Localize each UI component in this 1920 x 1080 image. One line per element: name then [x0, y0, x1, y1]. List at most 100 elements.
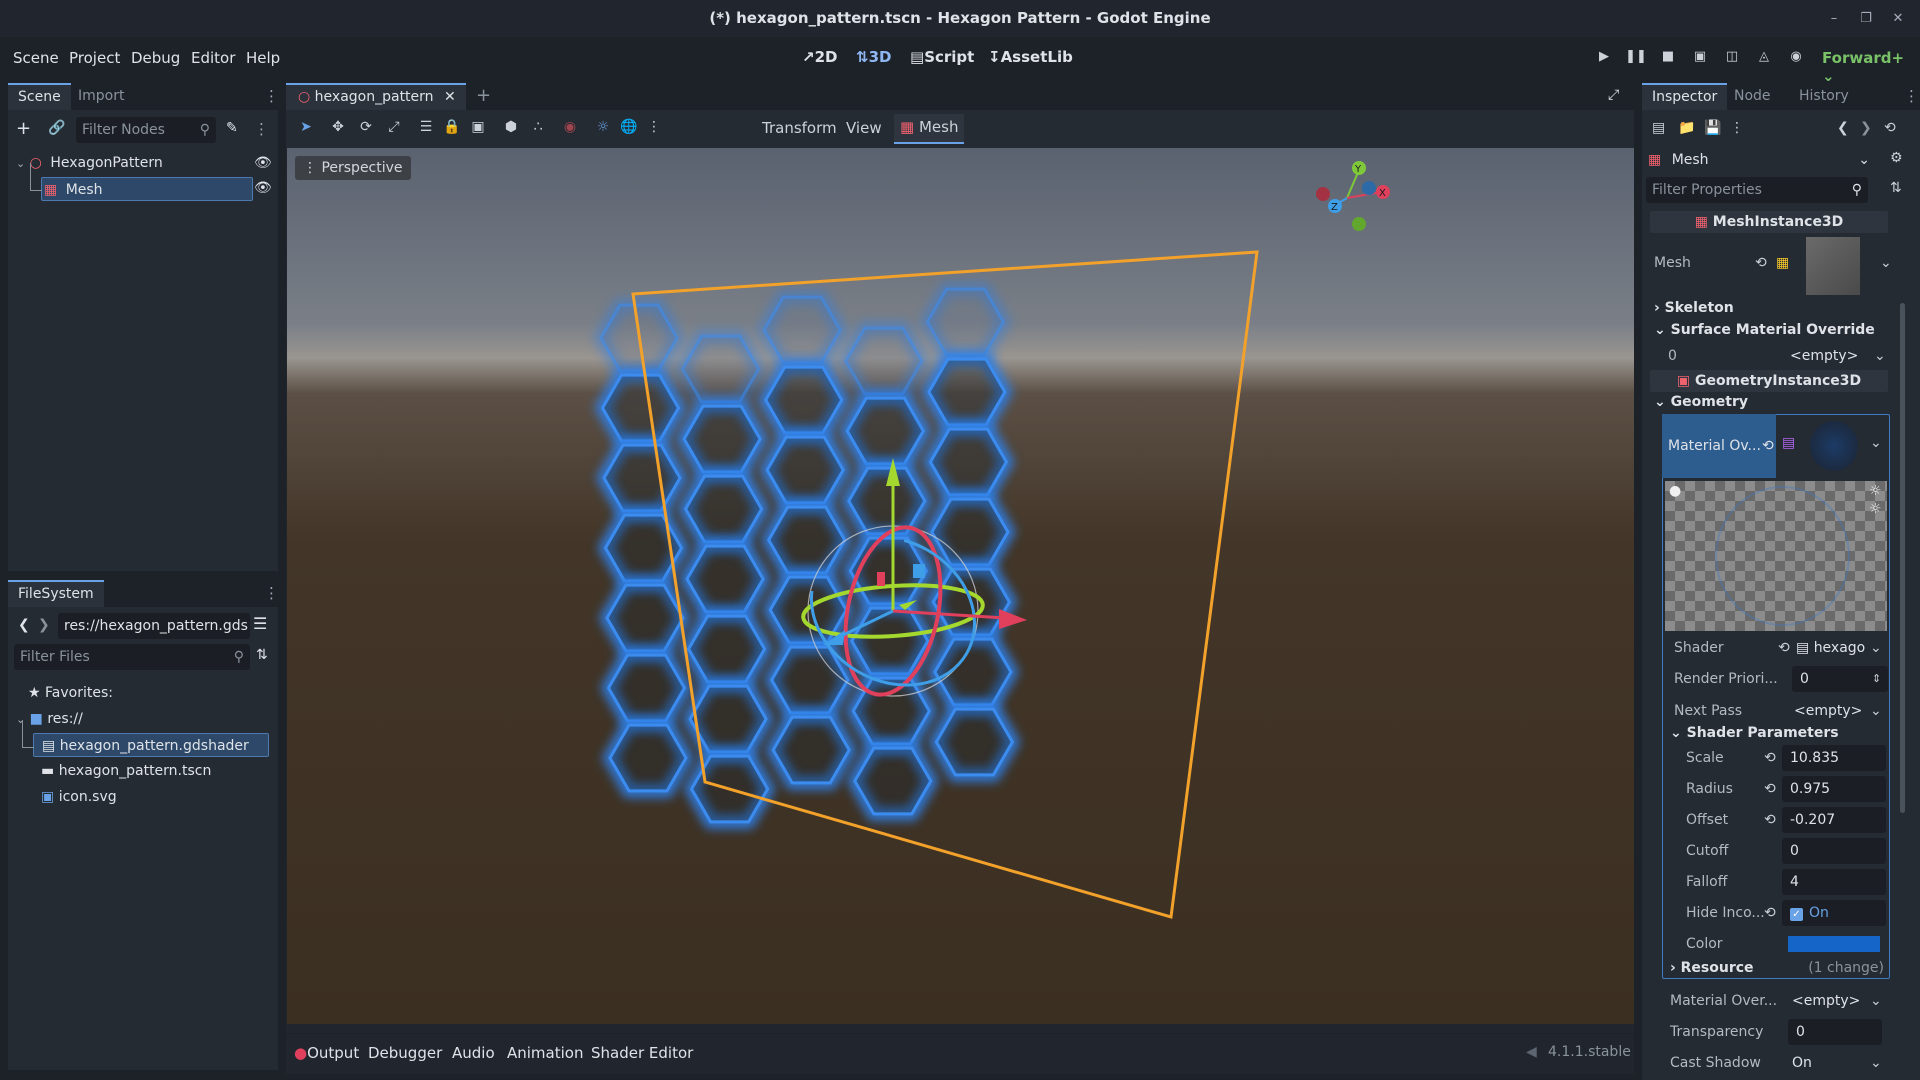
tree-node-mesh[interactable]: ▦ Mesh [41, 177, 253, 201]
workspace-script[interactable]: ▤Script [910, 48, 974, 66]
new-tab-icon[interactable]: + [476, 85, 491, 106]
object-selector[interactable]: ▦ Mesh ⌄ [1648, 147, 1874, 173]
rotate-mode-icon[interactable]: ⟳ [356, 119, 376, 139]
workspace-2d[interactable]: ↗2D [802, 48, 837, 66]
scene-tab[interactable]: ○ hexagon_pattern ✕ [286, 83, 466, 110]
mesh-preview[interactable] [1806, 237, 1860, 295]
menu-editor[interactable]: Editor [191, 49, 235, 67]
new-resource-icon[interactable]: ▤ [1652, 120, 1665, 136]
history-forward-icon[interactable]: ❯ [1860, 120, 1872, 136]
revert-icon[interactable]: ⟲ [1764, 806, 1776, 834]
environment-icon[interactable]: 🌐 [619, 119, 639, 139]
revert-icon[interactable]: ⟲ [1755, 249, 1767, 277]
light-2-icon[interactable]: ☼ [1869, 501, 1882, 517]
filter-properties-input[interactable]: Filter Properties ⚲ [1646, 177, 1868, 203]
history-back-icon[interactable]: ❮ [1837, 120, 1849, 136]
tab-filesystem[interactable]: FileSystem [8, 580, 104, 607]
visibility-eye-icon[interactable]: 👁 [254, 151, 272, 175]
resource-menu-icon[interactable]: ⋮ [1730, 120, 1744, 136]
chevron-down-icon[interactable]: ⌄ [1870, 697, 1882, 725]
material-overlay-value[interactable]: <empty> [1792, 987, 1860, 1015]
shader-value[interactable]: ▤ hexago [1796, 634, 1865, 662]
stop-icon[interactable]: ■ [1657, 49, 1679, 69]
section-geometry[interactable]: ⌄ Geometry [1654, 394, 1748, 410]
back-icon[interactable]: ❮ [18, 617, 30, 633]
movie-maker-icon[interactable]: ◉ [1785, 49, 1807, 69]
snap-icon[interactable]: ∴ [528, 119, 548, 139]
visibility-eye-icon[interactable]: 👁 [254, 180, 272, 196]
add-node-icon[interactable]: + [16, 118, 31, 139]
menu-project[interactable]: Project [69, 49, 120, 67]
tab-import[interactable]: Import [68, 83, 134, 110]
tab-inspector[interactable]: Inspector [1642, 83, 1728, 110]
select-mode-icon[interactable]: ➤ [296, 119, 316, 139]
play-icon[interactable]: ▶ [1593, 49, 1615, 69]
tab-audio[interactable]: Audio [452, 1044, 495, 1062]
tab-node[interactable]: Node [1724, 83, 1781, 110]
section-surface-material-override[interactable]: ⌄ Surface Material Override [1654, 322, 1875, 338]
spin-arrows-icon[interactable]: ⇕ [1872, 665, 1881, 693]
cast-shadow-value[interactable]: On [1792, 1049, 1812, 1077]
split-mode-icon[interactable]: ☰ [253, 614, 267, 633]
distraction-free-icon[interactable]: ⤢ [1608, 87, 1619, 103]
chevron-down-icon[interactable]: ⌄ [1880, 249, 1892, 277]
revert-icon[interactable]: ⟲ [1762, 414, 1774, 478]
mesh-menu[interactable]: ▦ Mesh [894, 114, 965, 144]
move-mode-icon[interactable]: ✥ [328, 119, 348, 139]
revert-icon[interactable]: ⟲ [1764, 775, 1776, 803]
pause-icon[interactable]: ❚❚ [1625, 49, 1647, 69]
transparency-slider[interactable]: 0 [1788, 1019, 1882, 1045]
filesystem-menu-icon[interactable]: ⋮ [264, 584, 279, 604]
3d-viewport[interactable]: Y X Z ⋮ Perspective [287, 148, 1634, 1024]
tab-scene[interactable]: Scene [8, 83, 71, 110]
tab-history[interactable]: History [1789, 83, 1859, 110]
attach-script-icon[interactable]: ✎ [226, 120, 238, 136]
scale-field[interactable]: 10.835 [1782, 745, 1886, 771]
inspector-scrollbar[interactable] [1900, 303, 1905, 813]
hide-incomplete-toggle[interactable]: ✓ On [1782, 900, 1886, 926]
instance-scene-icon[interactable]: 🔗 [48, 120, 65, 136]
path-field[interactable]: res://hexagon_pattern.gds [58, 613, 250, 639]
offset-field[interactable]: -0.207 [1782, 807, 1886, 833]
tool-icon[interactable]: ⚙ [1890, 150, 1903, 166]
sort-icon[interactable]: ⇅ [256, 647, 268, 663]
menu-scene[interactable]: Scene [13, 49, 59, 67]
favorites-item[interactable]: ★ Favorites: [28, 681, 113, 705]
section-shader-parameters[interactable]: ⌄ Shader Parameters [1670, 725, 1839, 741]
section-skeleton[interactable]: › Skeleton [1654, 300, 1734, 316]
tab-animation[interactable]: Animation [507, 1044, 583, 1062]
play-custom-scene-icon[interactable]: ◬ [1753, 49, 1775, 69]
chevron-down-icon[interactable]: ⌄ [1870, 634, 1882, 662]
perspective-menu[interactable]: ⋮ Perspective [295, 156, 411, 180]
chevron-down-icon[interactable]: ⌄ [1874, 342, 1886, 370]
menu-debug[interactable]: Debug [131, 49, 180, 67]
open-resource-icon[interactable]: 📁 [1678, 120, 1695, 136]
filter-options-icon[interactable]: ⇅ [1890, 180, 1902, 196]
tab-shader-editor[interactable]: Shader Editor [591, 1044, 693, 1062]
forward-icon[interactable]: ❯ [38, 617, 50, 633]
preview-sphere-icon[interactable]: ● [1669, 483, 1681, 499]
remote-debug-icon[interactable]: ▣ [1689, 49, 1711, 69]
filter-nodes-input[interactable]: Filter Nodes ⚲ [76, 117, 216, 143]
sun-icon[interactable]: ☼ [593, 119, 613, 139]
local-space-icon[interactable]: ⬢ [501, 119, 521, 139]
menu-help[interactable]: Help [246, 49, 280, 67]
viewport-scene[interactable]: Y X Z [287, 148, 1634, 1024]
light-1-icon[interactable]: ☼ [1869, 483, 1882, 499]
collapse-arrow-icon[interactable]: ⌄ [16, 157, 25, 170]
radius-field[interactable]: 0.975 [1782, 776, 1886, 802]
camera-preview-icon[interactable]: ◉ [560, 119, 580, 139]
minimize-icon[interactable]: – [1818, 0, 1850, 37]
material-preview-thumb[interactable] [1810, 421, 1858, 471]
chevron-down-icon[interactable]: ⌄ [1870, 1049, 1882, 1077]
next-pass-value[interactable]: <empty> [1794, 697, 1862, 725]
lock-icon[interactable]: 🔒 [442, 119, 462, 139]
tab-output[interactable]: ●Output [294, 1044, 359, 1062]
chevron-down-icon[interactable]: ⌄ [1870, 987, 1882, 1015]
group-icon[interactable]: ▣ [468, 119, 488, 139]
revert-icon[interactable]: ⟲ [1764, 744, 1776, 772]
file-svg[interactable]: ▣ icon.svg [41, 785, 117, 809]
color-swatch[interactable] [1788, 936, 1880, 952]
list-select-icon[interactable]: ☰ [416, 119, 436, 139]
close-icon[interactable]: ✕ [1882, 0, 1914, 37]
